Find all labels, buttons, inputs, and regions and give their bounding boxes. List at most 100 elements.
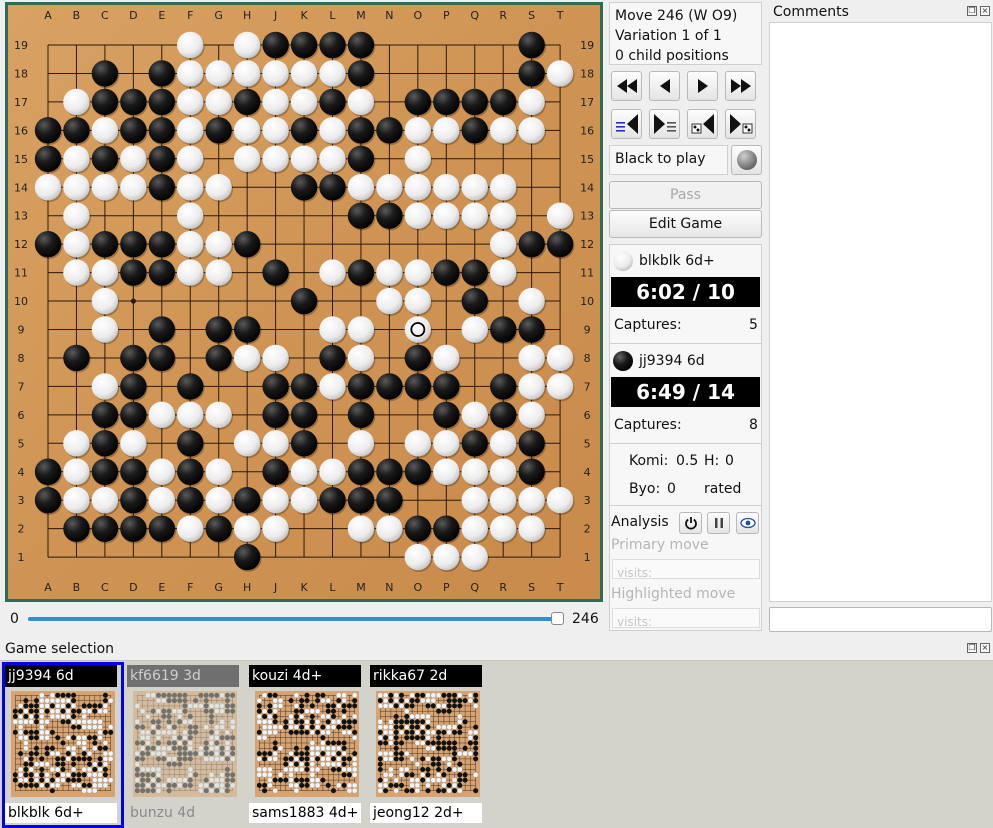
thumb-stone [145,729,151,736]
thumb-stone [230,708,236,714]
thumb-stone [55,692,61,698]
thumb-stone [108,724,114,730]
white-stone [177,202,204,229]
thumb-stone [293,756,300,762]
thumb-stone [341,713,347,720]
thumb-stone [224,692,230,698]
thumb-stone [399,740,404,746]
thumb-stone [377,761,383,767]
analysis-show-button[interactable] [736,512,759,534]
thumb-stone [161,782,167,789]
next-variation-button[interactable] [725,109,756,139]
thumb-stone [23,735,29,741]
thumb-stone [177,740,183,746]
float-icon[interactable]: ❐ [967,643,977,653]
thumb-stone [203,708,209,714]
game-card[interactable]: rikka67 2d jeong12 2d+ [370,665,486,825]
thumb-stone [145,740,151,746]
thumb-stone [34,782,39,788]
row-label: 9 [584,324,591,337]
close-icon[interactable]: × [980,6,990,16]
previous-move-button[interactable] [649,71,680,101]
thumb-stone [377,698,383,704]
thumb-stone [145,692,151,698]
thumb-stone [382,782,389,789]
thumb-stone [17,724,24,730]
thumb-stone [87,782,92,788]
comment-input[interactable] [769,607,992,632]
previous-comment-button[interactable] [611,109,642,139]
thumb-stone [140,724,146,730]
thumb-stone [166,708,172,714]
white-stone [376,174,403,201]
row-label: 4 [584,466,591,479]
thumb-stone [208,703,215,709]
thumb-stone [383,735,389,741]
thumb-stone [171,692,177,698]
thumb-stone [12,772,18,778]
go-board[interactable]: AABBCCDDEEFFGGHHJJKKLLMMNNOOPPQQRRSSTT19… [8,5,600,599]
thumb-stone [473,735,479,741]
white-stone [546,60,574,87]
next-move-button[interactable] [687,71,718,101]
thumb-stone [383,788,389,794]
thumb-stone [304,767,310,772]
white-stone [376,259,403,286]
eye-icon [739,517,756,529]
game-card[interactable]: kouzi 4d+ sams1883 4d+ [249,665,365,825]
thumb-stone [134,740,140,746]
thumb-stone [267,772,273,778]
move-slider-handle[interactable] [551,612,564,625]
thumb-stone [409,719,415,725]
thumb-stone [293,761,299,767]
row-label: 16 [580,124,594,137]
column-label: T [556,9,564,22]
thumb-stone [150,772,156,778]
thumb-stone [171,782,177,788]
game-card[interactable]: kf6619 3d bunzu 4d [127,665,243,825]
thumb-stone [81,724,87,730]
to-play-stone-button[interactable] [731,145,762,175]
analysis-power-button[interactable] [679,512,702,534]
float-icon[interactable]: ❐ [967,6,977,16]
thumb-stone [230,777,236,783]
thumb-stone [315,756,321,762]
thumb-stone [81,756,87,762]
next-comment-button[interactable] [649,109,680,139]
previous-variation-button[interactable] [687,109,718,139]
thumb-stone [309,703,315,709]
thumb-stone [256,729,262,735]
thumb-stone [145,788,151,794]
thumb-stone [314,777,321,783]
primary-move-label: Primary move [611,537,709,553]
pass-button[interactable]: Pass [609,181,762,209]
comments-text-area[interactable] [769,22,992,602]
column-label: E [158,9,165,22]
close-icon[interactable]: × [980,643,990,653]
thumb-stone [60,713,66,720]
thumb-stone [441,740,447,746]
thumb-stone [409,713,415,720]
analysis-pause-button[interactable] [707,512,730,534]
column-label: G [214,581,223,594]
thumb-stone [299,761,305,767]
thumb-stone [299,777,305,783]
white-stone [63,458,90,485]
thumb-stone [55,766,61,773]
game-card[interactable]: jj9394 6d blkblk 6d+ [2,662,124,828]
thumb-stone [65,697,71,704]
thumb-stone [187,777,193,783]
thumb-stone [293,729,299,735]
thumb-stone [166,777,172,783]
white-stone [91,287,119,315]
thumb-stone [39,767,45,772]
edit-game-button[interactable]: Edit Game [609,210,762,238]
first-move-button[interactable] [611,71,642,101]
black-stone [120,487,147,514]
thumb-stone [76,708,82,714]
thumb-stone [377,767,383,772]
white-stone [233,145,261,172]
thumb-stone [267,713,273,720]
last-move-button[interactable] [725,71,756,101]
move-slider-track[interactable] [28,617,558,621]
